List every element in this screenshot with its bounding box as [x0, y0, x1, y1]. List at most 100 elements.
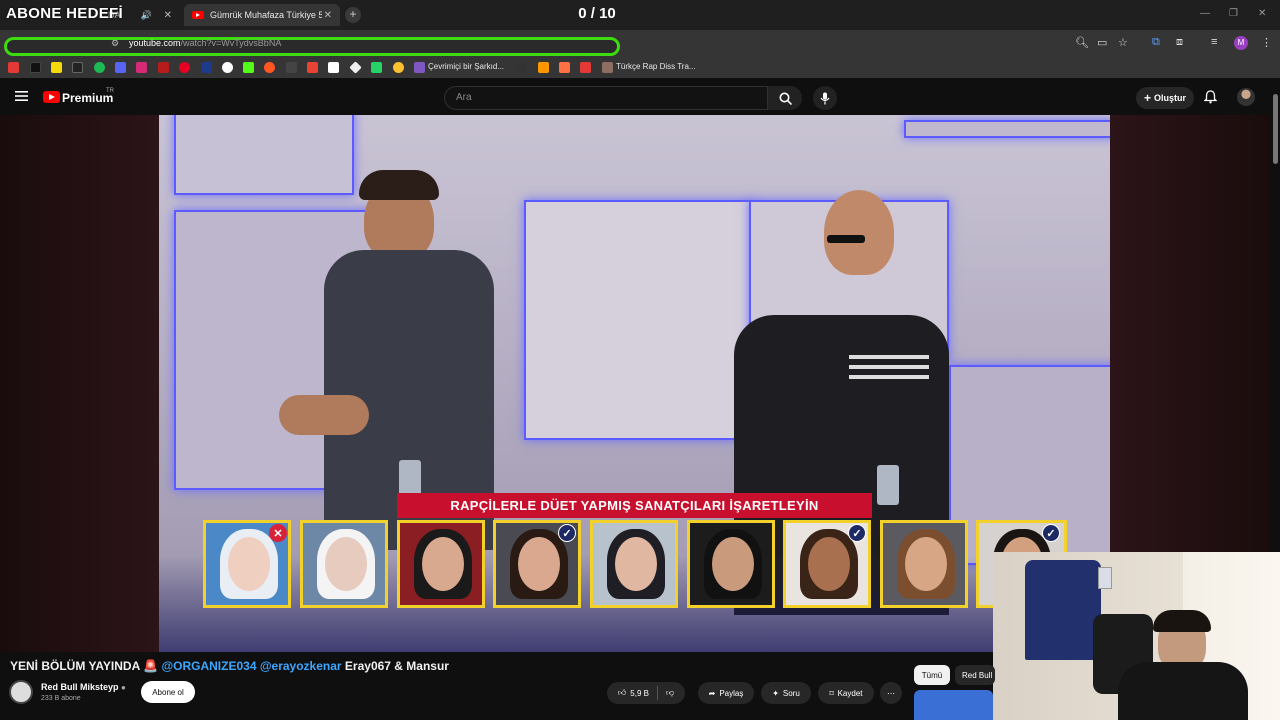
thumbs-up-icon: 👍︎ — [617, 688, 627, 697]
url-text: youtube.com/watch?v=WvTydvsBbNA — [129, 38, 281, 48]
title-suffix: Eray067 & Mansur — [344, 659, 449, 673]
dislike-button[interactable]: 👎︎ — [666, 688, 674, 698]
subscribe-button[interactable]: Abone ol — [141, 681, 195, 703]
bookmark-blue-icon[interactable] — [201, 62, 212, 73]
youtube-favicon-icon — [192, 11, 204, 19]
close-tab-icon[interactable]: ✕ — [324, 10, 332, 21]
bookmark-song-label[interactable]: Çevrimiçi bir Şarkıd... — [428, 62, 504, 71]
rapper-right-sunglasses — [827, 235, 865, 243]
bookmark-x-icon[interactable] — [72, 62, 83, 73]
artist-card — [880, 520, 968, 608]
streamer-hair — [1153, 610, 1211, 632]
voice-search-button[interactable] — [813, 86, 837, 110]
bookmark-diss-label[interactable]: Türkçe Rap Diss Tra... — [616, 62, 696, 71]
maximize-icon[interactable]: ❐ — [1229, 8, 1238, 19]
cast-icon[interactable]: ▭ — [1097, 36, 1107, 49]
bookmark-gmail-icon[interactable] — [307, 62, 318, 73]
video-title: YENİ BÖLÜM YAYINDA 🚨 @ORGANIZE034 @erayo… — [10, 659, 449, 673]
title-mentions[interactable]: @ORGANIZE034 @erayozkenar — [161, 659, 341, 673]
share-button[interactable]: ➦ Paylaş — [698, 682, 754, 704]
bookmark-orange2-icon[interactable] — [538, 62, 549, 73]
bookmark-song-icon[interactable] — [414, 62, 425, 73]
like-button[interactable]: 👍︎ 5,9 B — [618, 688, 649, 698]
close-tab-icon[interactable]: ✕ — [164, 10, 172, 21]
bookmark-diss-icon[interactable] — [602, 62, 613, 73]
title-prefix: YENİ BÖLÜM YAYINDA 🚨 — [10, 659, 159, 673]
shirt-stripe — [849, 375, 929, 379]
like-dislike-group: 👍︎ 5,9 B 👎︎ — [607, 682, 685, 704]
bookmark-gray-icon[interactable] — [286, 62, 297, 73]
energy-drink-can — [877, 465, 899, 505]
create-label: Oluştur — [1154, 93, 1187, 103]
address-bar[interactable] — [4, 37, 620, 56]
artist-card — [300, 520, 388, 608]
bookmark-tiktok-icon[interactable] — [30, 62, 41, 73]
bookmark-spotify-icon[interactable] — [94, 62, 105, 73]
notifications-bell-icon[interactable] — [1204, 90, 1217, 104]
set-panel — [904, 120, 1110, 138]
hanging-jersey — [1025, 560, 1101, 660]
channel-avatar[interactable] — [9, 680, 33, 704]
bookmark-youtube-icon[interactable] — [8, 62, 19, 73]
bookmark-kick-icon[interactable] — [243, 62, 254, 73]
bookmark-flame-icon[interactable] — [559, 62, 570, 73]
extensions-puzzle-icon[interactable]: ⧈ — [1176, 36, 1183, 49]
rapper-left-hair — [359, 170, 439, 200]
url-host: youtube.com — [129, 38, 181, 48]
rapper-left-hand — [279, 395, 369, 435]
new-tab-button[interactable]: + — [345, 7, 361, 23]
rapper-right-head — [824, 190, 894, 275]
bookmark-green-icon[interactable] — [371, 62, 382, 73]
bookmark-discord-icon[interactable] — [115, 62, 126, 73]
minimize-icon[interactable]: — — [1200, 8, 1210, 19]
bookmark-red-icon[interactable] — [158, 62, 169, 73]
extension-icon[interactable]: ⧉ — [1152, 36, 1160, 49]
search-button[interactable] — [768, 86, 802, 110]
ambient-glow-right — [1110, 115, 1270, 552]
zoom-icon[interactable]: 🔍︎ — [1075, 36, 1089, 49]
like-count: 5,9 B — [630, 688, 649, 698]
save-label: Kaydet — [837, 688, 863, 698]
search-input[interactable]: Ara — [444, 86, 768, 110]
more-actions-button[interactable]: ⋯ — [880, 682, 902, 704]
channel-name[interactable]: Red Bull Mikstеyp ● — [41, 682, 126, 692]
bookmark-s-icon[interactable] — [51, 62, 62, 73]
bookmark-instagram-icon[interactable] — [136, 62, 147, 73]
create-button[interactable]: + Oluştur — [1136, 87, 1194, 109]
scrollbar-thumb[interactable] — [1273, 94, 1278, 164]
bookmark-pinterest-icon[interactable] — [179, 62, 190, 73]
bookmark-orange-icon[interactable] — [264, 62, 275, 73]
share-icon: ➦ — [708, 688, 716, 698]
artist-card — [687, 520, 775, 608]
account-avatar[interactable] — [1237, 88, 1255, 106]
bookmark-white-icon[interactable] — [328, 62, 339, 73]
site-info-icon[interactable]: ⚙ — [111, 38, 119, 49]
hamburger-menu-icon[interactable] — [15, 90, 28, 102]
profile-avatar-icon[interactable]: M — [1234, 36, 1248, 50]
save-button[interactable]: ⌑ Kaydet — [818, 682, 874, 704]
shirt-stripe — [849, 355, 929, 359]
tab-active[interactable]: Gümrük Muhafaza Türkiye 56. ✕ — [184, 4, 340, 26]
bookmark-star-icon[interactable]: ☆ — [1118, 36, 1128, 49]
bookmark-video-icon[interactable] — [580, 62, 591, 73]
ask-button[interactable]: ✦ Soru — [761, 682, 811, 704]
media-controls-icon[interactable]: ≡ — [1211, 36, 1217, 48]
streamer-webcam — [993, 552, 1280, 720]
streamer-shirt — [1118, 662, 1248, 720]
bookmark-yellow-icon[interactable] — [393, 62, 404, 73]
bookmark-circle-icon[interactable] — [222, 62, 233, 73]
speaker-icon: 🔊 — [140, 9, 152, 20]
bookmark-dark-icon[interactable] — [516, 62, 527, 73]
chip-redbull[interactable]: Red Bull — [955, 665, 995, 685]
sparkle-icon: ✦ — [772, 688, 779, 698]
close-window-icon[interactable]: ✕ — [1258, 8, 1266, 19]
youtube-logo-icon[interactable] — [43, 91, 60, 103]
browser-menu-icon[interactable]: ⋮ — [1261, 36, 1272, 49]
wall-frame — [1098, 567, 1112, 589]
set-panel — [524, 200, 754, 440]
microphone-icon — [820, 92, 830, 104]
chip-all[interactable]: Tümü — [914, 665, 950, 685]
check-mark-icon: ✓ — [848, 524, 866, 542]
plus-icon: + — [1143, 91, 1151, 105]
related-video-thumbnail[interactable] — [914, 690, 993, 720]
